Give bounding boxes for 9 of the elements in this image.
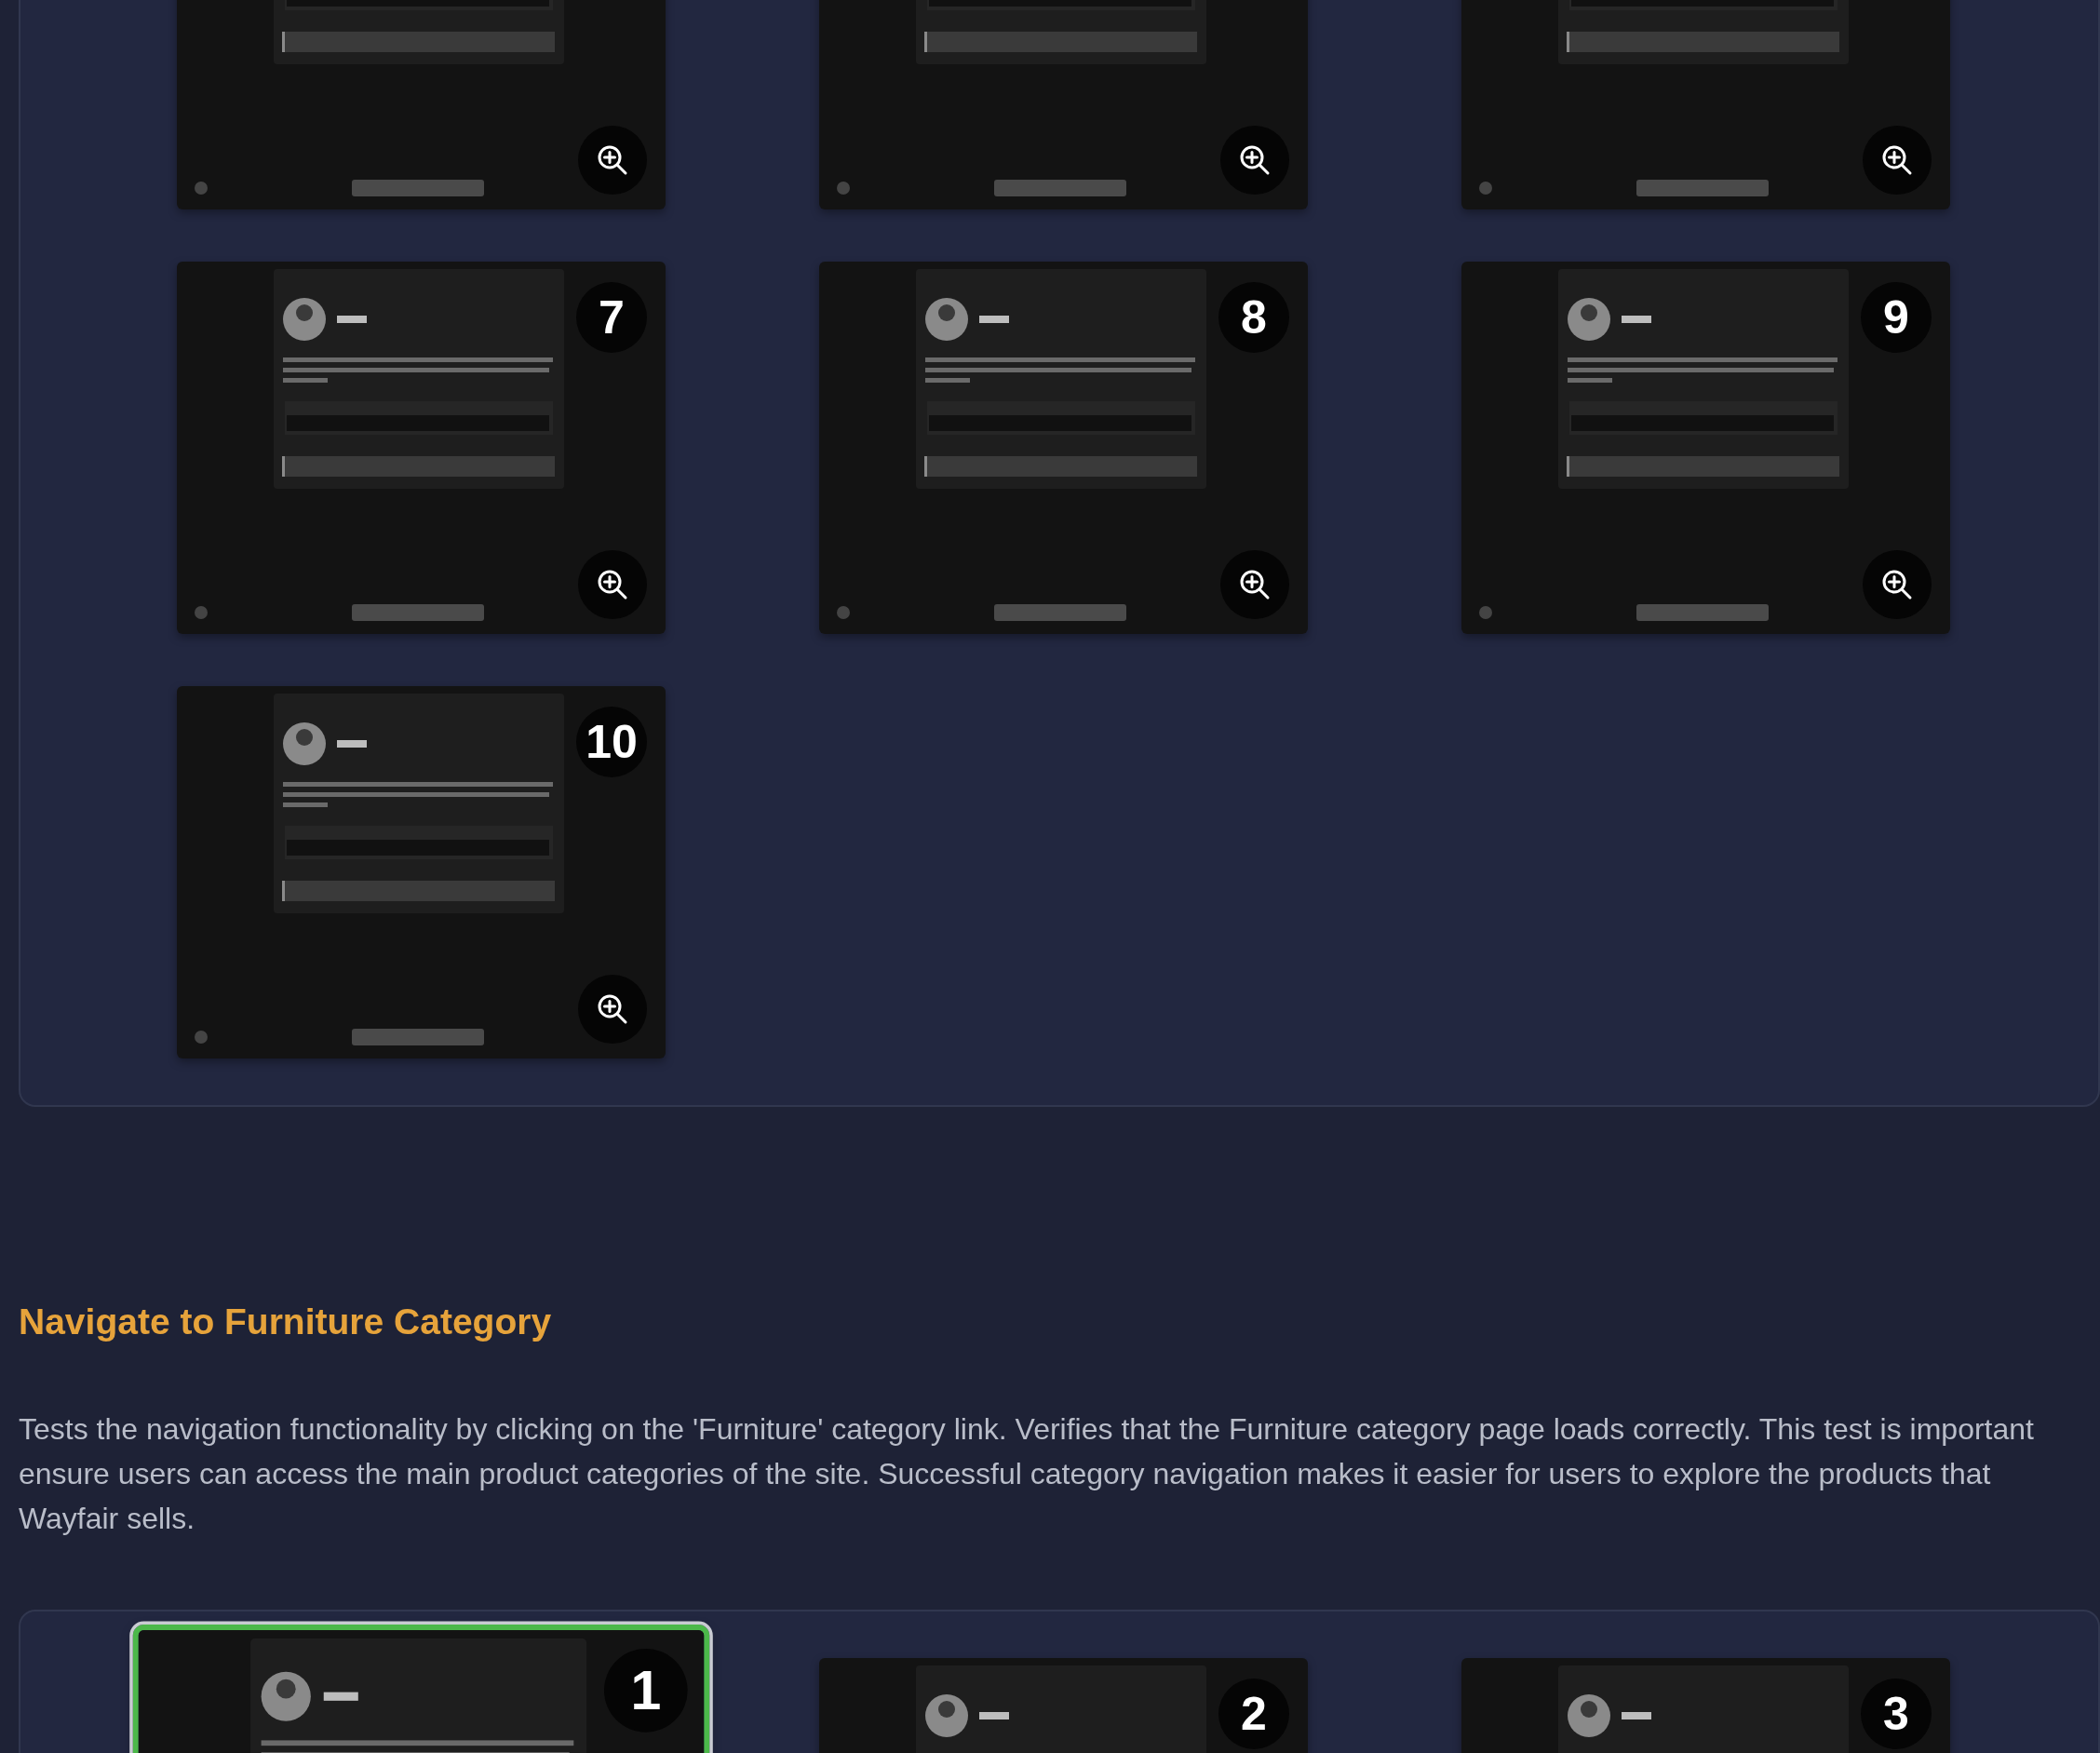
zoom-in-icon [1881,569,1913,600]
section-description: Tests the navigation functionality by clicking on the 'Furniture' category link. Verifies that the Furniture category page loads correctly. This test is important ensure users can access the main product categories of the site. Successful category navigation makes it easier for users to explore the products that Wayfair sells. [19,1410,2035,1537]
zoom-in-icon [1239,144,1271,176]
zoom-in-icon [1881,144,1913,176]
zoom-in-icon [597,144,628,176]
zoom-in-icon [597,569,628,600]
section-title: Navigate to Furniture Category [19,1301,553,1343]
zoom-in-icon [597,993,628,1025]
zoom-in-icon [1239,569,1271,600]
